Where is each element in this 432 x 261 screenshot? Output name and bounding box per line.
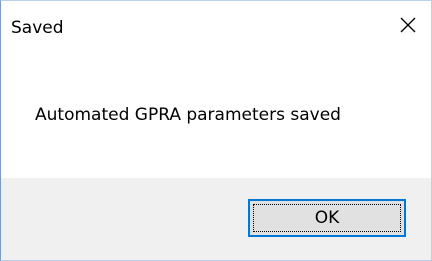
close-icon [399, 16, 417, 38]
ok-button-label: OK [314, 208, 340, 228]
window-title: Saved [11, 18, 64, 38]
dialog-message: Automated GPRA parameters saved [35, 105, 341, 125]
ok-button[interactable]: OK [248, 199, 406, 237]
title-bar: Saved [1, 1, 431, 53]
message-dialog: Saved Automated GPRA parameters saved OK [0, 0, 432, 261]
close-button[interactable] [393, 11, 423, 43]
dialog-content: Automated GPRA parameters saved [1, 53, 431, 178]
